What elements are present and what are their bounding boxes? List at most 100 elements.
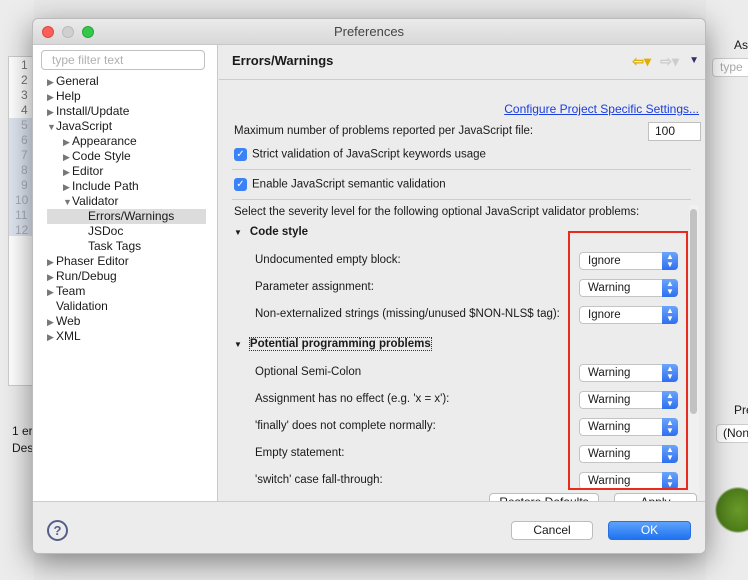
tree-item-label: Install/Update xyxy=(56,104,130,118)
background-right-panel: Ass type Pre (Non xyxy=(706,0,748,580)
collapsed-arrow-icon[interactable]: ▶ xyxy=(63,150,72,165)
divider xyxy=(232,169,691,170)
section-title: Code style xyxy=(249,226,309,238)
tree-item-label: JavaScript xyxy=(56,119,113,133)
back-arrow-icon[interactable]: ⇦▾ xyxy=(632,45,651,77)
severity-intro: Select the severity level for the follow… xyxy=(234,206,640,218)
option-label: 'switch' case fall-through: xyxy=(255,474,383,486)
tree-item-label: Web xyxy=(56,314,81,328)
option-label: Undocumented empty block: xyxy=(255,254,401,266)
minimize-button[interactable] xyxy=(62,26,74,38)
tree-item-appearance[interactable]: ▶ Appearance xyxy=(47,134,206,149)
filter-input[interactable]: type filter text xyxy=(41,50,205,70)
tree-item-phaser-editor[interactable]: ▶ Phaser Editor xyxy=(47,254,206,269)
option-label: Empty statement: xyxy=(255,447,345,459)
tree-item-label: General xyxy=(56,74,99,88)
scrollbar-thumb[interactable] xyxy=(690,209,697,414)
assets-filter[interactable]: type xyxy=(712,58,748,77)
max-problems-input[interactable]: 100 xyxy=(648,122,701,141)
option-label: 'finally' does not complete normally: xyxy=(255,420,436,432)
tree-item-label: Phaser Editor xyxy=(56,254,129,268)
ok-button[interactable]: OK xyxy=(608,521,691,540)
page-title: Errors/Warnings xyxy=(232,53,334,68)
configure-project-settings-link[interactable]: Configure Project Specific Settings... xyxy=(504,102,699,116)
tree-item-errors-warnings[interactable]: Errors/Warnings xyxy=(47,209,206,224)
collapsed-arrow-icon[interactable]: ▶ xyxy=(47,105,56,120)
page-header: Errors/Warnings ⇦▾ ⇨▾ ▼ xyxy=(219,45,705,80)
tree-item-validation[interactable]: Validation xyxy=(47,299,206,314)
expanded-arrow-icon[interactable]: ▼ xyxy=(234,228,242,237)
tree-item-javascript[interactable]: ▼JavaScript xyxy=(47,119,206,134)
tree-item-editor[interactable]: ▶ Editor xyxy=(47,164,206,179)
collapsed-arrow-icon[interactable]: ▶ xyxy=(47,255,56,270)
zoom-button[interactable] xyxy=(82,26,94,38)
preview-select[interactable]: (Non xyxy=(716,424,748,443)
tree-item-help[interactable]: ▶ Help xyxy=(47,89,206,104)
collapsed-arrow-icon[interactable]: ▶ xyxy=(63,180,72,195)
tree-item-web[interactable]: ▶ Web xyxy=(47,314,206,329)
option-label: Optional Semi-Colon xyxy=(255,366,362,378)
tree-item-team[interactable]: ▶ Team xyxy=(47,284,206,299)
collapsed-arrow-icon[interactable]: ▶ xyxy=(47,330,56,345)
section-header[interactable]: ▼ Code style xyxy=(234,226,308,238)
preference-page: Errors/Warnings ⇦▾ ⇨▾ ▼ Configure Projec… xyxy=(219,45,705,512)
preview-tab[interactable]: Pre xyxy=(734,403,748,417)
tree-item-label: JSDoc xyxy=(88,224,124,238)
collapsed-arrow-icon[interactable]: ▶ xyxy=(47,270,56,285)
collapsed-arrow-icon[interactable]: ▶ xyxy=(47,90,56,105)
tree-item-label: Errors/Warnings xyxy=(88,209,175,223)
background-editor: 123456789101112 1 er Des xyxy=(0,0,34,580)
line-number: 1 xyxy=(21,58,28,72)
line-number: 4 xyxy=(21,103,28,117)
preferences-tree: type filter text ▶ General ▶ Help ▶ Install/U… xyxy=(33,45,218,501)
checkbox-checked-icon[interactable]: ✓ xyxy=(234,178,247,191)
tree-item-code-style[interactable]: ▶ Code Style xyxy=(47,149,206,164)
option-label: Parameter assignment: xyxy=(255,281,374,293)
tree-item-run-debug[interactable]: ▶ Run/Debug xyxy=(47,269,206,284)
expanded-arrow-icon[interactable]: ▼ xyxy=(63,195,72,210)
expanded-arrow-icon[interactable]: ▼ xyxy=(47,120,56,135)
view-menu-icon[interactable]: ▼ xyxy=(689,45,699,77)
forward-arrow-icon[interactable]: ⇨▾ xyxy=(660,45,679,77)
tree-item-label: Help xyxy=(56,89,81,103)
tree-item-label: XML xyxy=(56,329,81,343)
help-icon[interactable]: ? xyxy=(47,520,68,541)
divider xyxy=(232,199,691,200)
option-label: Assignment has no effect (e.g. 'x = x'): xyxy=(255,393,450,405)
max-problems-label: Maximum number of problems reported per … xyxy=(234,125,534,137)
expanded-arrow-icon[interactable]: ▼ xyxy=(234,340,242,349)
collapsed-arrow-icon[interactable]: ▶ xyxy=(63,135,72,150)
window-title: Preferences xyxy=(333,24,405,39)
strict-validation-label: Strict validation of JavaScript keywords… xyxy=(252,148,486,161)
collapsed-arrow-icon[interactable]: ▶ xyxy=(47,315,56,330)
tree-item-label: Code Style xyxy=(72,149,131,163)
collapsed-arrow-icon[interactable]: ▶ xyxy=(47,285,56,300)
scrollbar-track[interactable] xyxy=(689,205,699,495)
tree-item-validator[interactable]: ▼Validator xyxy=(47,194,206,209)
close-button[interactable] xyxy=(42,26,54,38)
tree-item-label: Include Path xyxy=(72,179,139,193)
checkbox-checked-icon[interactable]: ✓ xyxy=(234,148,247,161)
selection-highlight xyxy=(9,118,34,236)
tree-item-label: Validator xyxy=(72,194,119,208)
title-bar: Preferences xyxy=(33,19,705,45)
strict-validation-checkbox[interactable]: ✓ Strict validation of JavaScript keyword… xyxy=(234,148,486,161)
tree-item-label: Task Tags xyxy=(88,239,142,253)
tree-item-xml[interactable]: ▶ XML xyxy=(47,329,206,344)
dialog-footer: ? Cancel OK xyxy=(33,501,705,553)
semantic-validation-checkbox[interactable]: ✓ Enable JavaScript semantic validation xyxy=(234,178,446,191)
collapsed-arrow-icon[interactable]: ▶ xyxy=(47,75,56,90)
tree-item-general[interactable]: ▶ General xyxy=(47,74,206,89)
tree-item-task-tags[interactable]: Task Tags xyxy=(47,239,206,254)
highlight-annotation-box xyxy=(568,231,688,490)
tree-item-label: Editor xyxy=(72,164,104,178)
collapsed-arrow-icon[interactable]: ▶ xyxy=(63,165,72,180)
tree-item-install-update[interactable]: ▶ Install/Update xyxy=(47,104,206,119)
section-header[interactable]: ▼ Potential programming problems xyxy=(234,337,432,351)
tree-item-include-path[interactable]: ▶ Include Path xyxy=(47,179,206,194)
option-label: Non-externalized strings (missing/unused… xyxy=(255,308,560,320)
cancel-button[interactable]: Cancel xyxy=(511,521,593,540)
assets-tab[interactable]: Ass xyxy=(734,38,748,52)
tree-item-label: Run/Debug xyxy=(56,269,117,283)
tree-item-jsdoc[interactable]: JSDoc xyxy=(47,224,206,239)
